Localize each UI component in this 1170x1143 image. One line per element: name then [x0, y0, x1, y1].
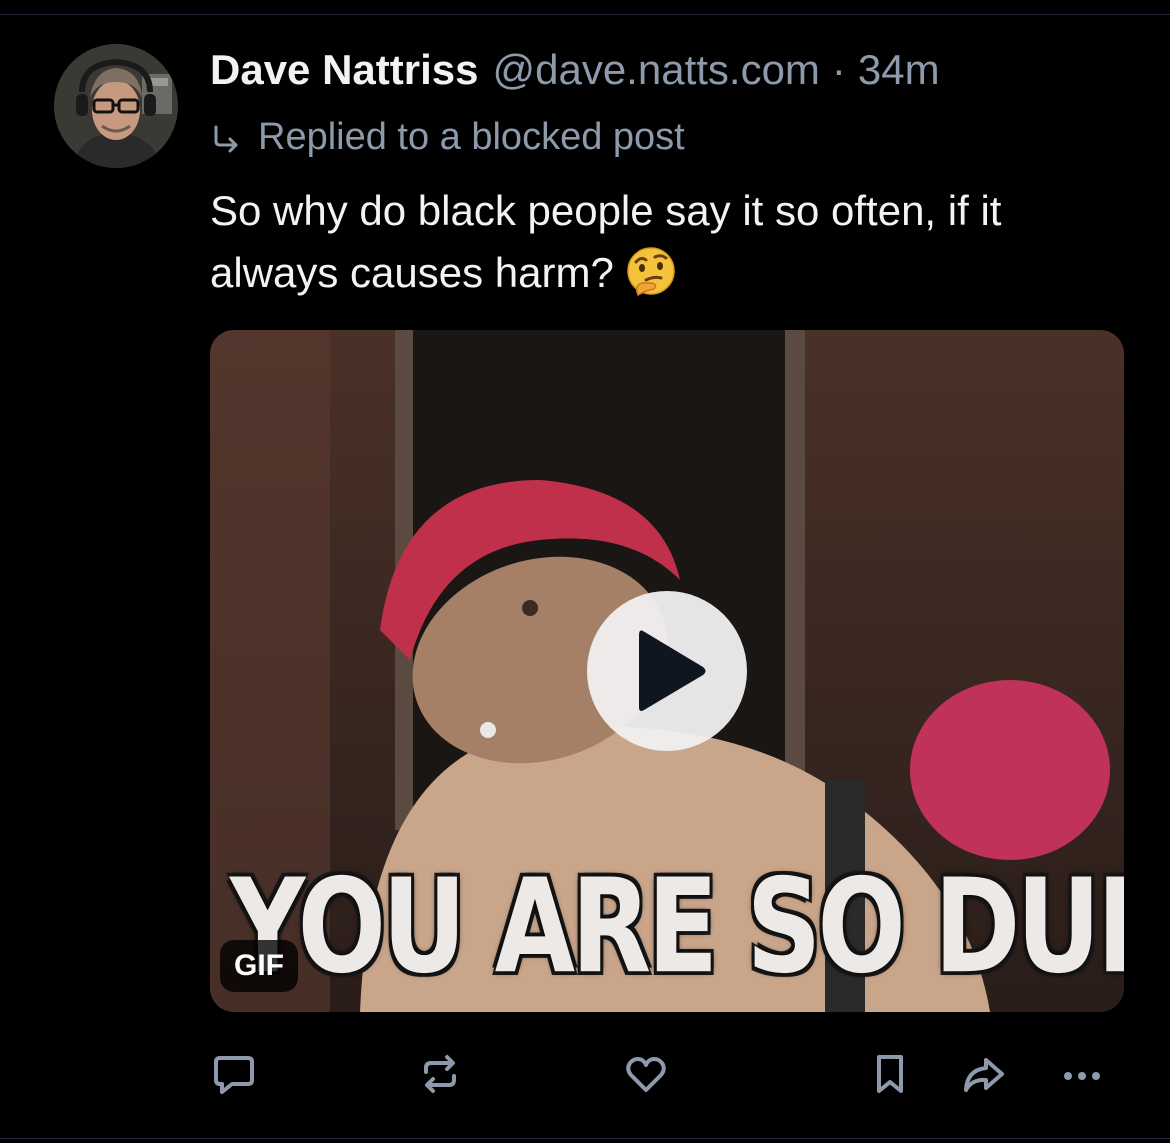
play-button[interactable]: [587, 591, 747, 751]
top-divider: [0, 14, 1170, 15]
bottom-divider: [0, 1138, 1170, 1139]
play-icon: [639, 630, 706, 711]
post-header: Dave Nattriss @dave.natts.com · 34m: [210, 42, 940, 98]
post-body: So why do black people say it so often, …: [210, 187, 1002, 296]
thinking-face-emoji: [627, 247, 675, 297]
author-handle[interactable]: @dave.natts.com: [492, 42, 819, 98]
share-button[interactable]: [956, 1046, 1012, 1102]
gif-badge: GIF: [220, 940, 298, 992]
bookmark-icon: [877, 1055, 903, 1093]
reply-context[interactable]: Replied to a blocked post: [210, 112, 685, 162]
post-text: So why do black people say it so often, …: [210, 180, 1130, 304]
gif-caption: YOU ARE SO DUMB.: [230, 850, 1124, 1003]
comment-icon: [214, 1056, 254, 1094]
repost-button[interactable]: [412, 1046, 468, 1102]
reply-arrow-icon: [214, 125, 238, 153]
more-icon: [1064, 1072, 1100, 1080]
more-button[interactable]: [1054, 1046, 1110, 1102]
reply-button[interactable]: [206, 1046, 262, 1102]
avatar[interactable]: [54, 44, 178, 168]
share-icon: [964, 1058, 1004, 1092]
bookmark-button[interactable]: [862, 1046, 918, 1102]
like-button[interactable]: [618, 1046, 674, 1102]
repost-icon: [424, 1055, 456, 1093]
heart-icon: [626, 1057, 666, 1092]
author-name[interactable]: Dave Nattriss: [210, 42, 478, 98]
avatar-image: [54, 44, 178, 168]
gif-media[interactable]: YOU ARE SO DUMB. GIF: [210, 330, 1124, 1012]
separator-dot: ·: [831, 46, 846, 93]
reply-context-label: Replied to a blocked post: [258, 115, 685, 158]
post-timestamp[interactable]: 34m: [858, 42, 940, 98]
post-actions: [0, 1046, 1170, 1102]
